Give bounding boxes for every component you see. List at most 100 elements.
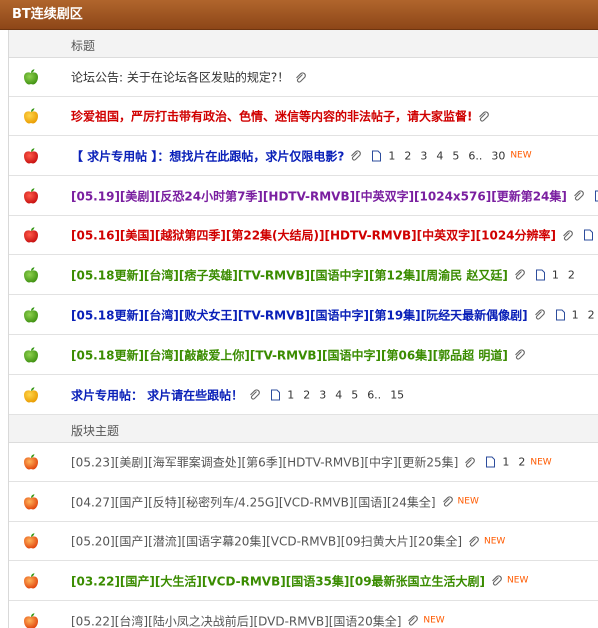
thread-link[interactable]: [05.20][国产][潜流][国语字幕20集][VCD-RMVB][09扫黄大…: [71, 533, 462, 550]
thread-link[interactable]: 求片专用帖： 求片请在些跟帖！: [71, 386, 243, 403]
section-sticky: 标题: [9, 30, 598, 58]
new-badge: NEW: [530, 457, 552, 467]
new-badge: NEW: [484, 536, 506, 546]
page-links: 12: [552, 268, 575, 281]
section-normal: 版块主题: [9, 415, 598, 443]
thread-link[interactable]: 论坛公告: 关于在论坛各区发贴的规定?！: [71, 69, 289, 86]
thread-title-group: 珍爱祖国，严厉打击带有政治、色情、迷信等内容的非法帖子，请大家监督!: [71, 108, 490, 125]
thread-title-group: [05.20][国产][潜流][国语字幕20集][VCD-RMVB][09扫黄大…: [71, 533, 505, 550]
page-link[interactable]: 6..: [468, 149, 482, 162]
multipage-icon: [584, 229, 594, 241]
hot-apple-icon: [24, 493, 38, 509]
page-link[interactable]: 3: [420, 149, 427, 162]
thread-title-group: [05.22][台湾][陆小凤之决战前后][DVD-RMVB][国语20集全] N…: [71, 612, 445, 628]
page-link[interactable]: 4: [335, 388, 342, 401]
thread-row: 珍爱祖国，严厉打击带有政治、色情、迷信等内容的非法帖子，请大家监督!: [9, 97, 598, 136]
thread-link[interactable]: [05.18更新][台湾][敲敲爱上你][TV-RMVB][国语中字][第06集…: [71, 346, 508, 363]
yellow-apple-icon: [24, 108, 38, 124]
attachment-icon: [492, 575, 502, 586]
page-link[interactable]: 6..: [367, 388, 381, 401]
new-badge: NEW: [423, 615, 445, 626]
hot-apple-icon: [24, 533, 38, 549]
attachment-icon: [469, 535, 479, 547]
thread-link[interactable]: [04.27][国产][反特][秘密列车/4.25G][VCD-RMVB][国语…: [71, 493, 436, 510]
thread-row: 求片专用帖： 求片请在些跟帖！ 1 2 3 4 5 6.. 15: [9, 375, 598, 415]
thread-row: [05.16][美国][越狱第四季][第22集(大结局)][HDTV-RMVB]…: [9, 216, 598, 255]
thread-title-group: [05.16][美国][越狱第四季][第22集(大结局)][HDTV-RMVB]…: [71, 227, 598, 244]
thread-row: [05.23][美剧][海军罪案调查处][第6季][HDTV-RMVB][中字]…: [9, 443, 598, 482]
thread-table: 标题 论坛公告: 关于在论坛各区发贴的规定?！ 珍爱祖国，严厉打击带有政治、色情、…: [8, 30, 598, 628]
thread-title-group: [05.19][美剧][反恐24小时第7季][HDTV-RMVB][中英双字][…: [71, 187, 598, 204]
attachment-icon: [408, 615, 419, 626]
thread-link[interactable]: [05.18更新][台湾][败犬女王][TV-RMVB][国语中字][第19集]…: [71, 306, 528, 323]
page-link[interactable]: 30: [491, 149, 505, 162]
page-link[interactable]: 1: [552, 268, 559, 281]
attachment-icon: [514, 269, 525, 280]
page-link[interactable]: 5: [351, 388, 358, 401]
thread-title-group: 论坛公告: 关于在论坛各区发贴的规定?！: [71, 69, 307, 86]
thread-row: 论坛公告: 关于在论坛各区发贴的规定?！: [9, 58, 598, 97]
thread-row: [05.19][美剧][反恐24小时第7季][HDTV-RMVB][中英双字][…: [9, 176, 598, 216]
red-apple-icon: [24, 187, 38, 203]
page-link[interactable]: 15: [390, 388, 404, 401]
green-apple-icon: [24, 346, 38, 362]
page-links: 12: [572, 308, 595, 321]
thread-title-group: [03.22][国产][大生活][VCD-RMVB][国语35集][09最新张国…: [71, 572, 528, 589]
hot-apple-icon: [24, 612, 38, 628]
thread-title-group: 【 求片专用帖 】：想找片在此跟帖，求片仅限电影? 1 2 3 4 5 6.. 30 NEW: [71, 147, 532, 164]
page-link[interactable]: 2: [588, 308, 595, 321]
page-link[interactable]: 2: [303, 388, 310, 401]
page-link[interactable]: 2: [404, 149, 411, 162]
thread-link[interactable]: 【 求片专用帖 】：想找片在此跟帖，求片仅限电影?: [71, 147, 344, 164]
page-link[interactable]: 1: [287, 388, 294, 401]
page-link[interactable]: 1: [502, 456, 509, 469]
thread-title-group: [05.23][美剧][海军罪案调查处][第6季][HDTV-RMVB][中字]…: [71, 454, 552, 471]
section-normal-label: 版块主题: [71, 424, 120, 438]
page-link[interactable]: 1: [572, 308, 579, 321]
attachment-icon: [573, 190, 584, 201]
thread-link[interactable]: 珍爱祖国，严厉打击带有政治、色情、迷信等内容的非法帖子，请大家监督!: [71, 108, 472, 125]
forum-title: BT连续剧区: [0, 0, 598, 30]
multipage-icon: [372, 150, 382, 161]
thread-row: [05.18更新][台湾][痞子英雄][TV-RMVB][国语中字][第12集]…: [9, 255, 598, 295]
thread-title-group: [05.18更新][台湾][敲敲爱上你][TV-RMVB][国语中字][第06集…: [71, 346, 525, 363]
attachment-icon: [442, 496, 453, 507]
multipage-icon: [555, 309, 565, 320]
new-badge: NEW: [457, 496, 479, 507]
attachment-icon: [296, 71, 307, 83]
thread-title-group: [05.18更新][台湾][痞子英雄][TV-RMVB][国语中字][第12集]…: [71, 266, 575, 283]
attachment-icon: [479, 110, 490, 122]
multipage-icon: [535, 269, 545, 280]
thread-title-group: [05.18更新][台湾][败犬女王][TV-RMVB][国语中字][第19集]…: [71, 306, 595, 323]
thread-link[interactable]: [05.23][美剧][海军罪案调查处][第6季][HDTV-RMVB][中字]…: [71, 454, 458, 471]
attachment-icon: [563, 229, 573, 241]
attachment-icon: [465, 456, 476, 468]
thread-link[interactable]: [05.16][美国][越狱第四季][第22集(大结局)][HDTV-RMVB]…: [71, 227, 556, 244]
page-links: 12: [502, 456, 525, 469]
red-apple-icon: [24, 227, 38, 243]
thread-link[interactable]: [05.18更新][台湾][痞子英雄][TV-RMVB][国语中字][第12集]…: [71, 266, 508, 283]
thread-row: [05.18更新][台湾][敲敲爱上你][TV-RMVB][国语中字][第06集…: [9, 335, 598, 375]
thread-link[interactable]: [05.22][台湾][陆小凤之决战前后][DVD-RMVB][国语20集全]: [71, 612, 401, 628]
new-badge: NEW: [507, 575, 529, 586]
new-badge: NEW: [510, 150, 532, 161]
green-apple-icon: [24, 69, 38, 85]
thread-link[interactable]: [05.19][美剧][反恐24小时第7季][HDTV-RMVB][中英双字][…: [71, 187, 567, 204]
red-apple-icon: [24, 147, 38, 163]
page-link[interactable]: 3: [319, 388, 326, 401]
attachment-icon: [351, 150, 362, 161]
page-links: 1 2 3 4 5 6.. 30: [388, 149, 505, 162]
page-link[interactable]: 1: [388, 149, 395, 162]
page-link[interactable]: 4: [436, 149, 443, 162]
multipage-icon: [486, 456, 496, 468]
thread-row: [05.20][国产][潜流][国语字幕20集][VCD-RMVB][09扫黄大…: [9, 522, 598, 561]
page-link[interactable]: 2: [518, 456, 525, 469]
section-sticky-label: 标题: [71, 39, 96, 53]
thread-link[interactable]: [03.22][国产][大生活][VCD-RMVB][国语35集][09最新张国…: [71, 572, 485, 589]
page-link[interactable]: 2: [568, 268, 575, 281]
page-link[interactable]: 5: [452, 149, 459, 162]
attachment-icon: [514, 349, 525, 360]
thread-row: [05.18更新][台湾][败犬女王][TV-RMVB][国语中字][第19集]…: [9, 295, 598, 335]
thread-title-group: [04.27][国产][反特][秘密列车/4.25G][VCD-RMVB][国语…: [71, 493, 479, 510]
green-apple-icon: [24, 306, 38, 322]
